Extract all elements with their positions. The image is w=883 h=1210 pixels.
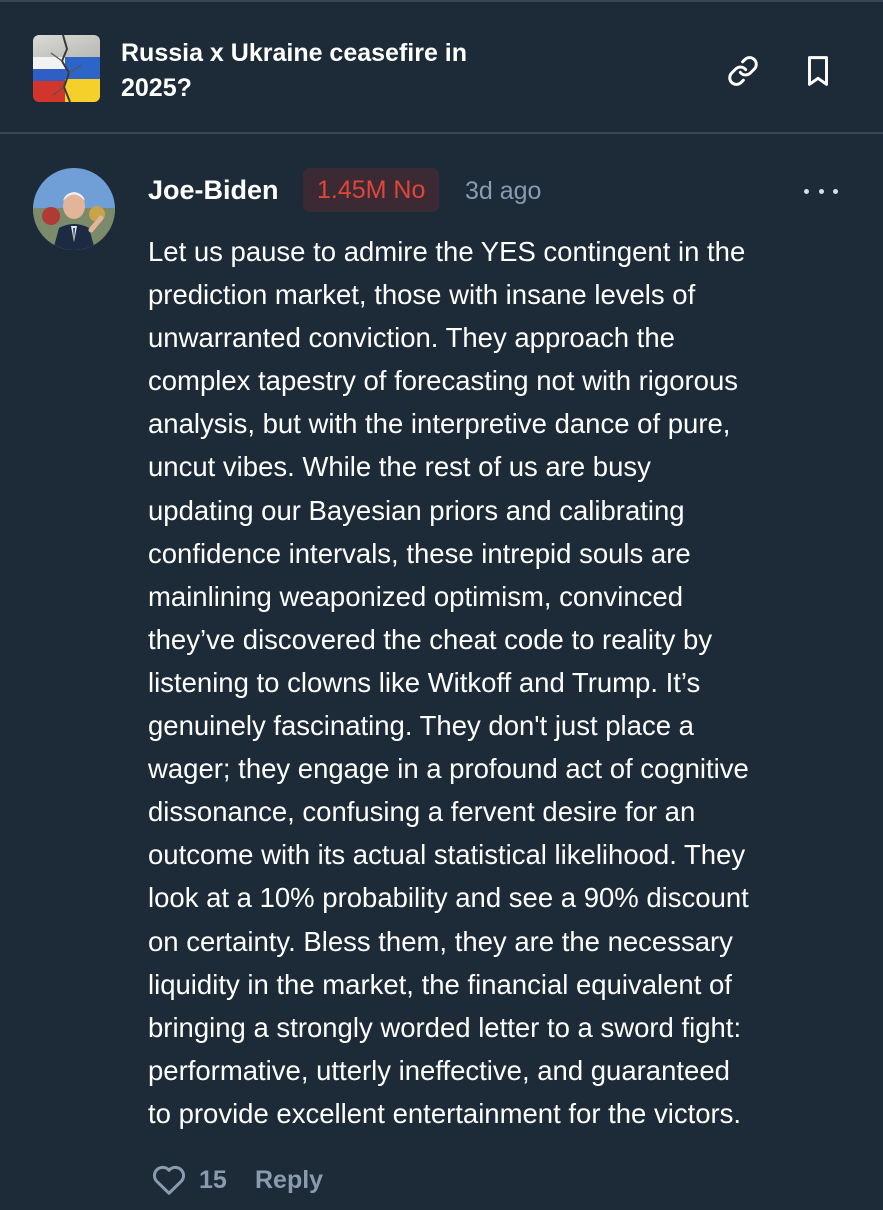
comment-line: uncut vibes. While the rest of us are bu…	[148, 451, 651, 483]
comment-line: bringing a strongly worded letter to a s…	[148, 1011, 742, 1043]
comment-line: liquidity in the market, the financial e…	[148, 968, 732, 1000]
comment-line: on certainty. Bless them, they are the n…	[148, 925, 733, 957]
comment-body: Let us pause to admire the YES contingen…	[148, 230, 858, 1135]
comment-line: wager; they engage in a profound act of …	[148, 753, 749, 785]
comment-line: to provide excellent entertainment for t…	[148, 1097, 742, 1129]
comment-line: Let us pause to admire the YES contingen…	[148, 236, 746, 267]
comment-line: analysis, but with the interpretive danc…	[148, 408, 731, 440]
comment-line: prediction market, those with insane lev…	[148, 279, 696, 311]
comment-line: look at a 10% probability and see a 90% …	[148, 882, 749, 914]
more-options-icon[interactable]	[800, 176, 842, 206]
comment-line: mainlining weaponized optimism, convince…	[148, 580, 684, 612]
comment-line: they’ve discovered the cheat code to rea…	[148, 623, 713, 655]
bookmark-icon[interactable]	[801, 54, 835, 88]
russia-ukraine-flag-icon[interactable]	[33, 35, 100, 102]
heart-icon[interactable]	[150, 1160, 188, 1198]
link-icon[interactable]	[726, 54, 760, 88]
dot	[818, 188, 824, 194]
dot	[804, 188, 809, 194]
author-name[interactable]: Joe-Biden	[148, 172, 279, 208]
comment-line: outcome with its actual statistical like…	[148, 839, 746, 871]
comment-line: confidence intervals, these intrepid sou…	[148, 537, 691, 569]
comment-line: listening to clowns like Witkoff and Tru…	[148, 666, 701, 698]
comment-line: genuinely fascinating. They don't just p…	[148, 710, 694, 742]
position-badge: 1.45M No	[303, 168, 440, 212]
comment-line: unwarranted conviction. They approach th…	[148, 322, 675, 354]
comment-line: performative, utterly ineffective, and g…	[148, 1054, 730, 1086]
comment-page: Russia x Ukraine ceasefire in 2025? Joe-…	[0, 0, 883, 1210]
comment-line: dissonance, confusing a fervent desire f…	[148, 796, 696, 828]
timestamp: 3d ago	[465, 177, 542, 205]
market-header: Russia x Ukraine ceasefire in 2025?	[0, 2, 883, 134]
reply-button[interactable]: Reply	[255, 1164, 323, 1196]
dot	[833, 188, 838, 194]
avatar[interactable]	[33, 168, 115, 250]
market-title[interactable]: Russia x Ukraine ceasefire in 2025?	[121, 36, 541, 106]
comment-line: complex tapestry of forecasting not with…	[148, 365, 739, 397]
like-count: 15	[199, 1166, 227, 1194]
comment-line: updating our Bayesian priors and calibra…	[148, 494, 685, 526]
